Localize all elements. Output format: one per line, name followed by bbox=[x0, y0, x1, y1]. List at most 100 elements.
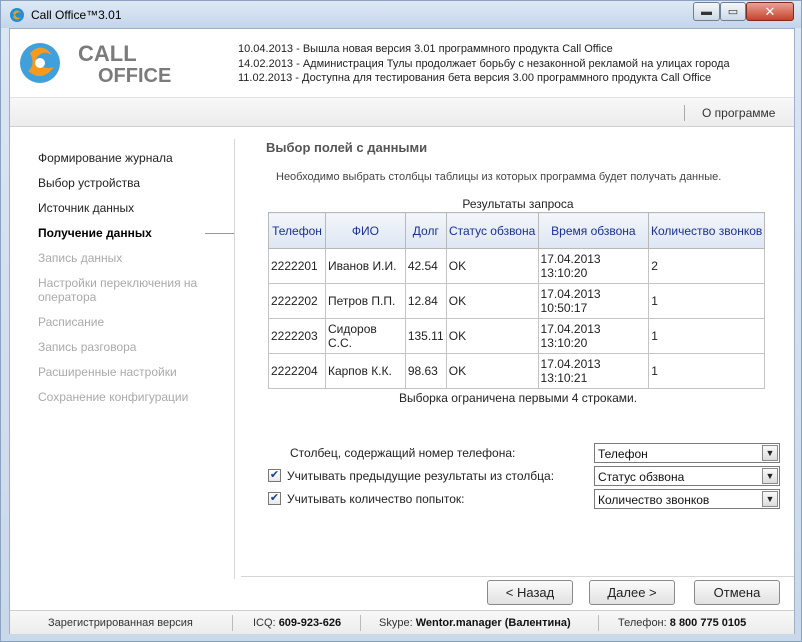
step-item: Запись разговора bbox=[38, 340, 137, 354]
tries-label[interactable]: Учитывать количество попыток: bbox=[287, 492, 465, 506]
sidebar-divider bbox=[234, 139, 235, 579]
step-item-active[interactable]: Получение данных bbox=[38, 226, 234, 240]
cancel-button[interactable]: Отмена bbox=[694, 580, 780, 605]
table-cell: 17.04.2013 13:10:20 bbox=[537, 318, 650, 354]
call-office-logo: CALL OFFICE bbox=[20, 41, 171, 87]
phone-value: 8 800 775 0105 bbox=[669, 617, 747, 629]
logo-text-office: OFFICE bbox=[98, 65, 171, 87]
table-cell: Петров П.П. bbox=[324, 283, 406, 319]
table-cell: 17.04.2013 13:10:20 bbox=[537, 248, 650, 284]
window-frame: CALL OFFICE 10.04.2013 - Вышла новая вер… bbox=[0, 28, 802, 642]
table-cell: 1 bbox=[648, 318, 765, 354]
table-cell: 42.54 bbox=[404, 248, 447, 284]
results-table: Телефон ФИО Долг Статус обзвона Время об… bbox=[268, 212, 765, 389]
table-cell: 1 bbox=[648, 283, 765, 319]
step-item[interactable]: Формирование журнала bbox=[38, 151, 234, 165]
step-item: Сохранение конфигурации bbox=[38, 390, 189, 404]
app-logo-icon bbox=[10, 8, 24, 22]
table-cell: Иванов И.И. bbox=[324, 248, 406, 284]
table-header-row: Телефон ФИО Долг Статус обзвона Время об… bbox=[268, 212, 765, 249]
menu-bar: О программе bbox=[10, 97, 794, 127]
step-label: Получение данных bbox=[38, 226, 152, 240]
table-cell: Сидоров С.С. bbox=[324, 318, 406, 354]
skype-value: Wentor.manager (Валентина) bbox=[415, 617, 571, 629]
skype-label: Skype: bbox=[379, 617, 413, 629]
maximize-button[interactable]: ▭ bbox=[720, 2, 746, 21]
window-title: Call Office™3.01 bbox=[31, 8, 122, 22]
table-cell: 2222204 bbox=[268, 353, 326, 389]
table-cell: 17.04.2013 10:50:17 bbox=[537, 283, 650, 319]
step-item: Настройки переключения на оператора bbox=[38, 276, 198, 304]
active-step-marker bbox=[205, 233, 234, 234]
phone-column-row: Столбец, содержащий номер телефона: Теле… bbox=[268, 443, 788, 463]
tries-select[interactable]: Количество звонков ▼ bbox=[594, 489, 780, 509]
tries-row: ✔ Учитывать количество попыток: Количест… bbox=[268, 489, 788, 509]
skype-info: Skype: Wentor.manager (Валентина) bbox=[379, 617, 571, 629]
news-item[interactable]: 14.02.2013 - Администрация Тулы продолжа… bbox=[238, 57, 730, 72]
phone-column-select[interactable]: Телефон ▼ bbox=[594, 443, 780, 463]
news-item[interactable]: 10.04.2013 - Вышла новая версия 3.01 про… bbox=[238, 42, 730, 57]
back-button[interactable]: < Назад bbox=[487, 580, 573, 605]
table-row: 2222203 Сидоров С.С. 135.11 OK 17.04.201… bbox=[268, 318, 765, 354]
column-header-count[interactable]: Количество звонков bbox=[648, 212, 765, 249]
status-bar: Зарегистрированная версия ICQ: 609-923-6… bbox=[10, 610, 794, 634]
table-row: 2222201 Иванов И.И. 42.54 OK 17.04.2013 … bbox=[268, 248, 765, 284]
table-cell: 2222203 bbox=[268, 318, 326, 354]
table-cell: 12.84 bbox=[404, 283, 447, 319]
table-cell: 2222202 bbox=[268, 283, 326, 319]
chevron-down-icon[interactable]: ▼ bbox=[762, 491, 778, 507]
icq-info: ICQ: 609-923-626 bbox=[253, 617, 341, 629]
chevron-down-icon[interactable]: ▼ bbox=[762, 445, 778, 461]
column-header-time[interactable]: Время обзвона bbox=[537, 212, 650, 249]
results-limit-note: Выборка ограничена первыми 4 строками. bbox=[398, 391, 638, 405]
header: CALL OFFICE 10.04.2013 - Вышла новая вер… bbox=[10, 29, 794, 97]
news-item[interactable]: 11.02.2013 - Доступна для тестирования б… bbox=[238, 71, 730, 86]
results-caption: Результаты запроса bbox=[462, 197, 574, 211]
prev-results-select[interactable]: Статус обзвона ▼ bbox=[594, 466, 780, 486]
logo-text-call: CALL bbox=[78, 41, 137, 66]
tries-checkbox[interactable]: ✔ bbox=[268, 492, 281, 505]
status-separator bbox=[232, 615, 233, 631]
prev-results-checkbox[interactable]: ✔ bbox=[268, 469, 281, 482]
step-item[interactable]: Источник данных bbox=[38, 201, 234, 215]
table-row: 2222202 Петров П.П. 12.84 OK 17.04.2013 … bbox=[268, 283, 765, 319]
step-item[interactable]: Выбор устройства bbox=[38, 176, 234, 190]
table-cell: OK bbox=[445, 283, 539, 319]
status-separator bbox=[598, 615, 599, 631]
table-cell: 2 bbox=[648, 248, 765, 284]
status-separator bbox=[360, 615, 361, 631]
section-title: Выбор полей с данными bbox=[266, 140, 428, 155]
step-item: Расписание bbox=[38, 315, 105, 329]
chevron-down-icon[interactable]: ▼ bbox=[762, 468, 778, 484]
column-header-status[interactable]: Статус обзвона bbox=[445, 212, 539, 249]
phone-column-label: Столбец, содержащий номер телефона: bbox=[290, 446, 516, 460]
prev-results-row: ✔ Учитывать предыдущие результаты из сто… bbox=[268, 466, 788, 486]
news-list: 10.04.2013 - Вышла новая версия 3.01 про… bbox=[238, 42, 730, 86]
column-header-phone[interactable]: Телефон bbox=[268, 212, 326, 249]
icq-value: 609-923-626 bbox=[278, 617, 342, 629]
phone-info: Телефон: 8 800 775 0105 bbox=[618, 617, 746, 629]
table-row: 2222204 Карпов К.К. 98.63 OK 17.04.2013 … bbox=[268, 353, 765, 389]
icq-label: ICQ: bbox=[253, 617, 276, 629]
minimize-button[interactable]: ▬ bbox=[693, 2, 720, 21]
select-value: Статус обзвона bbox=[598, 470, 685, 484]
next-button[interactable]: Далее > bbox=[589, 580, 675, 605]
table-cell: 135.11 bbox=[404, 318, 447, 354]
column-header-name[interactable]: ФИО bbox=[324, 212, 406, 249]
table-cell: 98.63 bbox=[404, 353, 447, 389]
step-item: Запись данных bbox=[38, 251, 123, 265]
table-cell: 2222201 bbox=[268, 248, 326, 284]
table-cell: OK bbox=[445, 353, 539, 389]
table-cell: 17.04.2013 13:10:21 bbox=[537, 353, 650, 389]
menu-separator bbox=[684, 105, 685, 121]
column-header-debt[interactable]: Долг bbox=[404, 212, 447, 249]
wizard-steps: Формирование журнала Выбор устройства Ис… bbox=[38, 151, 234, 415]
footer-divider bbox=[241, 576, 794, 577]
select-value: Телефон bbox=[598, 447, 648, 461]
registered-version: Зарегистрированная версия bbox=[48, 617, 193, 629]
select-value: Количество звонков bbox=[598, 493, 710, 507]
prev-results-label[interactable]: Учитывать предыдущие результаты из столб… bbox=[287, 469, 554, 483]
about-menu-item[interactable]: О программе bbox=[702, 106, 775, 120]
table-cell: Карпов К.К. bbox=[324, 353, 406, 389]
close-button[interactable]: ✕ bbox=[746, 2, 794, 21]
